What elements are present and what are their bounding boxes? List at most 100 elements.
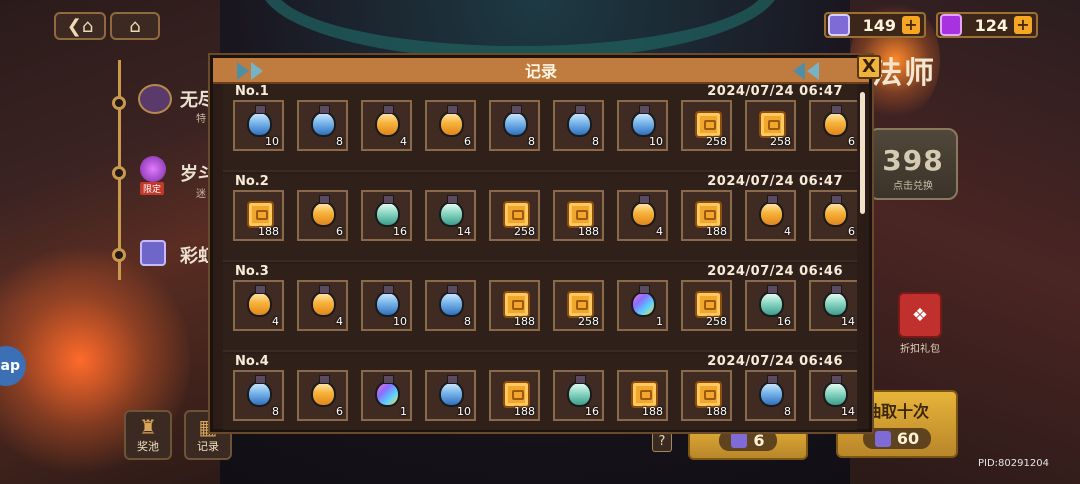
reward-item[interactable]: 8 bbox=[553, 100, 604, 151]
potion-orange-icon bbox=[439, 105, 464, 137]
reward-item[interactable]: 258 bbox=[745, 100, 796, 151]
reward-item[interactable]: 1 bbox=[617, 280, 668, 331]
reward-item[interactable]: 8 bbox=[233, 370, 284, 421]
reward-item[interactable]: 8 bbox=[745, 370, 796, 421]
reward-item[interactable]: 10 bbox=[617, 100, 668, 151]
decor-chevron-icon bbox=[793, 62, 805, 80]
reward-item[interactable]: 258 bbox=[489, 190, 540, 241]
reward-item[interactable]: 14 bbox=[425, 190, 476, 241]
currency-amount: 149 bbox=[862, 15, 896, 35]
potion-orange-icon bbox=[823, 195, 848, 227]
reward-item[interactable]: 8 bbox=[425, 280, 476, 331]
reward-item[interactable]: 188 bbox=[489, 370, 540, 421]
potion-orange-icon bbox=[759, 195, 784, 227]
scrollbar[interactable] bbox=[860, 92, 865, 214]
reward-item[interactable]: 1 bbox=[361, 370, 412, 421]
reward-item[interactable]: 6 bbox=[297, 370, 348, 421]
reward-item[interactable]: 188 bbox=[233, 190, 284, 241]
item-quantity: 14 bbox=[457, 225, 471, 238]
reward-item[interactable]: 6 bbox=[425, 100, 476, 151]
ticket-icon bbox=[503, 381, 530, 408]
prize-pool-button[interactable]: ♜ 奖池 bbox=[124, 410, 172, 460]
potion-orange-icon bbox=[311, 195, 336, 227]
item-quantity: 188 bbox=[578, 225, 599, 238]
reward-item[interactable]: 8 bbox=[489, 100, 540, 151]
reward-item[interactable]: 4 bbox=[745, 190, 796, 241]
mode-icon-endless[interactable] bbox=[138, 84, 172, 114]
reward-item[interactable]: 16 bbox=[361, 190, 412, 241]
reward-item[interactable]: 6 bbox=[809, 190, 857, 241]
record-row: No.2 2024/07/24 06:47 188 6 16 14 258 188 4 188 4 6 bbox=[223, 174, 857, 262]
reward-item[interactable]: 6 bbox=[809, 100, 857, 151]
potion-blue-icon bbox=[439, 375, 464, 407]
reward-item[interactable]: 10 bbox=[233, 100, 284, 151]
reward-item[interactable]: 8 bbox=[297, 100, 348, 151]
currency-amount: 124 bbox=[974, 15, 1008, 35]
reward-item[interactable]: 14 bbox=[809, 370, 857, 421]
ticket-icon bbox=[759, 111, 786, 138]
reward-item[interactable]: 10 bbox=[361, 280, 412, 331]
potion-teal-icon bbox=[823, 375, 848, 407]
item-quantity: 188 bbox=[514, 405, 535, 418]
reward-item[interactable]: 16 bbox=[745, 280, 796, 331]
potion-teal-icon bbox=[439, 195, 464, 227]
decor-chevron-icon bbox=[237, 62, 249, 80]
record-time: 2024/07/24 06:47 bbox=[707, 174, 843, 189]
item-quantity: 4 bbox=[784, 225, 791, 238]
mode-icon-rainbow[interactable] bbox=[140, 240, 166, 266]
currency-purple[interactable]: 124 + bbox=[936, 12, 1038, 38]
item-quantity: 258 bbox=[514, 225, 535, 238]
back-button[interactable]: ❮⌂ bbox=[54, 12, 106, 40]
reward-item[interactable]: 4 bbox=[361, 100, 412, 151]
reward-item[interactable]: 258 bbox=[681, 100, 732, 151]
currency-blue[interactable]: 149 + bbox=[824, 12, 926, 38]
reward-item[interactable]: 188 bbox=[681, 190, 732, 241]
reward-item[interactable]: 14 bbox=[809, 280, 857, 331]
exchange-hint: 点击兑换 bbox=[893, 181, 933, 192]
item-quantity: 4 bbox=[400, 135, 407, 148]
reward-item[interactable]: 4 bbox=[233, 280, 284, 331]
home-button[interactable]: ⌂ bbox=[110, 12, 160, 40]
reward-item[interactable]: 188 bbox=[489, 280, 540, 331]
record-row: No.4 2024/07/24 06:46 8 6 1 10 188 16 188 188 8 14 bbox=[223, 354, 857, 430]
add-currency-button[interactable]: + bbox=[902, 16, 920, 34]
record-time: 2024/07/24 06:46 bbox=[707, 354, 843, 369]
pull-once-cost: 6 bbox=[753, 430, 765, 450]
item-quantity: 16 bbox=[393, 225, 407, 238]
item-quantity: 6 bbox=[464, 135, 471, 148]
potion-teal-icon bbox=[759, 285, 784, 317]
player-id: PID:80291204 bbox=[978, 458, 1049, 469]
exchange-button[interactable]: 398 点击兑换 bbox=[868, 128, 958, 200]
reward-item[interactable]: 188 bbox=[617, 370, 668, 421]
item-quantity: 258 bbox=[578, 315, 599, 328]
ticket-icon bbox=[503, 201, 530, 228]
reward-item[interactable]: 258 bbox=[681, 280, 732, 331]
help-button[interactable]: ? bbox=[652, 432, 672, 452]
ticket-icon bbox=[695, 291, 722, 318]
item-quantity: 188 bbox=[642, 405, 663, 418]
item-quantity: 10 bbox=[457, 405, 471, 418]
reward-item[interactable]: 10 bbox=[425, 370, 476, 421]
left-entry-sub: 迷 bbox=[196, 189, 206, 200]
ticket-icon bbox=[503, 291, 530, 318]
reward-item[interactable]: 4 bbox=[617, 190, 668, 241]
reward-item[interactable]: 16 bbox=[553, 370, 604, 421]
modal-header: 记录 bbox=[213, 58, 869, 84]
item-quantity: 188 bbox=[258, 225, 279, 238]
reward-item[interactable]: 6 bbox=[297, 190, 348, 241]
record-items: 4 4 10 8 188 258 1 258 16 14 bbox=[233, 280, 857, 331]
item-quantity: 16 bbox=[585, 405, 599, 418]
reward-item[interactable]: 188 bbox=[553, 190, 604, 241]
close-button[interactable]: X bbox=[857, 55, 881, 79]
gift-label: 折扣礼包 bbox=[900, 344, 940, 355]
mode-icon-limited[interactable] bbox=[140, 156, 166, 182]
record-list[interactable]: No.1 2024/07/24 06:47 10 8 4 6 8 8 10 258 258 6 No.2… bbox=[223, 84, 857, 430]
track-node bbox=[112, 96, 126, 110]
discount-gift-button[interactable]: ❖ 折扣礼包 bbox=[890, 292, 950, 355]
reward-item[interactable]: 4 bbox=[297, 280, 348, 331]
exchange-value: 398 bbox=[882, 144, 944, 177]
reward-item[interactable]: 188 bbox=[681, 370, 732, 421]
reward-item[interactable]: 258 bbox=[553, 280, 604, 331]
add-currency-button[interactable]: + bbox=[1014, 16, 1032, 34]
blue-gem-icon bbox=[731, 432, 748, 448]
